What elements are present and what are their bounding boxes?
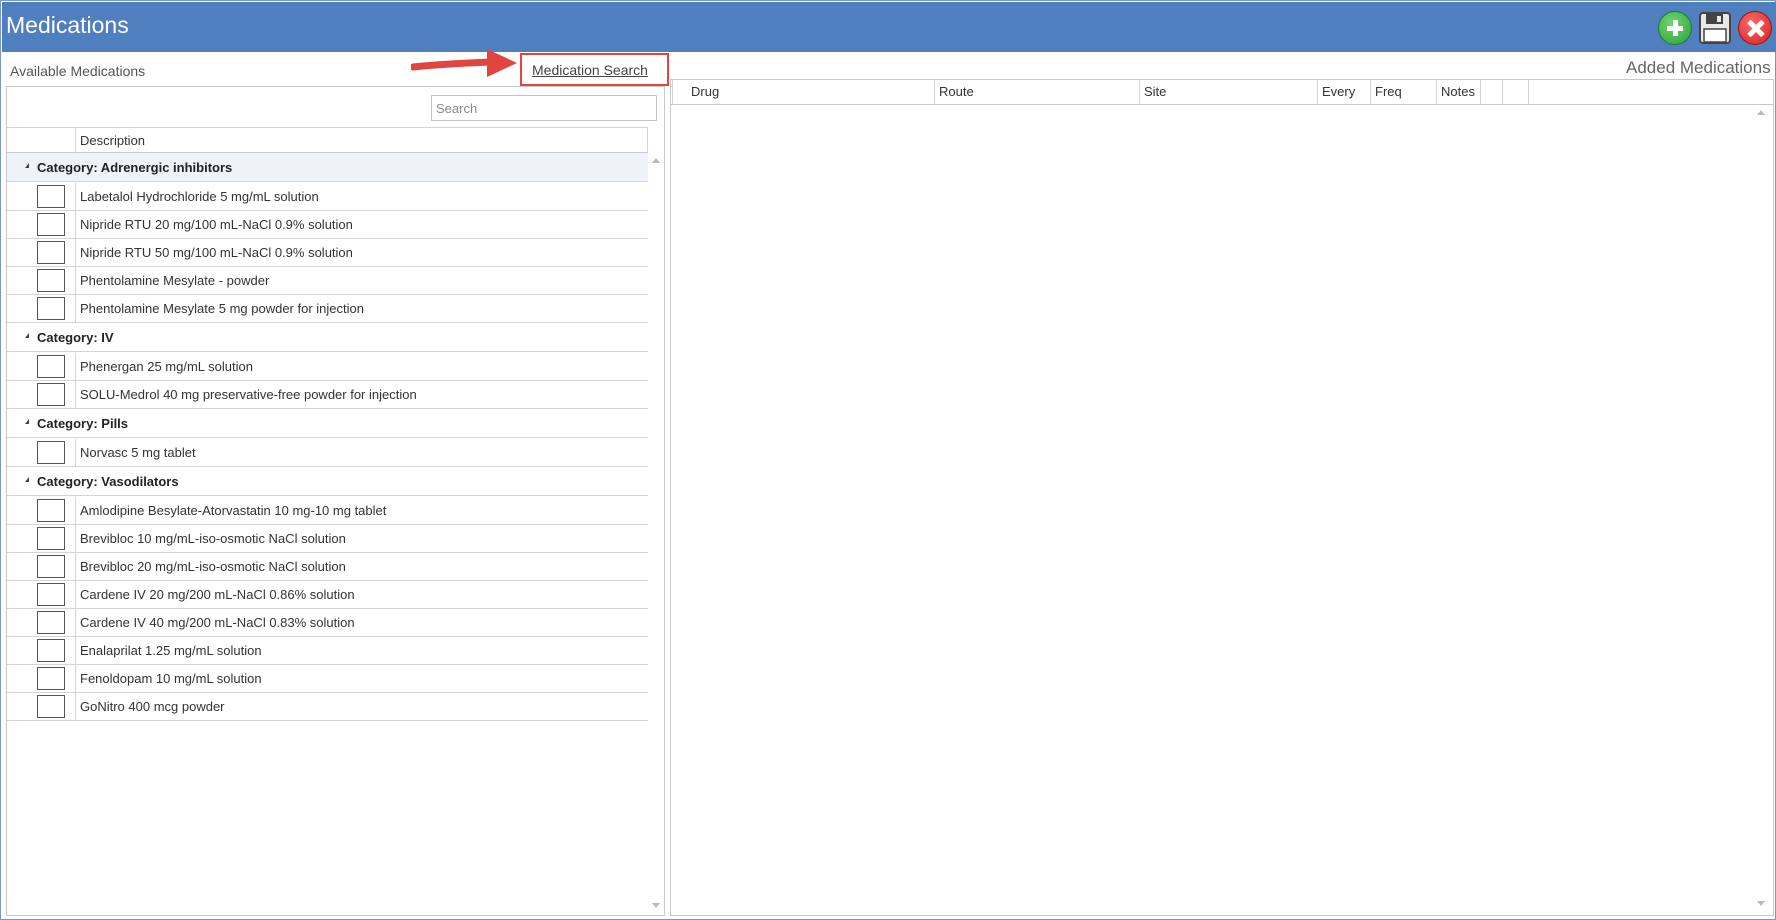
medications-window: Medications Available Medications Medica… <box>0 0 1776 920</box>
medication-description: Enalaprilat 1.25 mg/mL solution <box>80 643 262 658</box>
medication-description: Phentolamine Mesylate 5 mg powder for in… <box>80 301 364 316</box>
annotation-arrow-icon <box>411 49 517 77</box>
expand-triangle-icon[interactable] <box>25 333 29 338</box>
medication-description: SOLU-Medrol 40 mg preservative-free powd… <box>80 387 417 402</box>
scroll-up-icon[interactable] <box>1757 110 1765 115</box>
medication-row[interactable]: Phenergan 25 mg/mL solution <box>7 353 648 381</box>
medication-row[interactable]: Fenoldopam 10 mg/mL solution <box>7 665 648 693</box>
column-header-notes[interactable]: Notes <box>1436 80 1480 104</box>
medication-description: Nipride RTU 20 mg/100 mL-NaCl 0.9% solut… <box>80 217 353 232</box>
added-medications-panel <box>670 79 1774 916</box>
medication-row[interactable]: GoNitro 400 mcg powder <box>7 693 648 721</box>
medication-row[interactable]: Amlodipine Besylate-Atorvastatin 10 mg-1… <box>7 497 648 525</box>
medication-description: Phenergan 25 mg/mL solution <box>80 359 253 374</box>
column-header-extra-7[interactable] <box>1502 80 1528 104</box>
medication-checkbox[interactable] <box>37 213 65 236</box>
medication-row[interactable]: Nipride RTU 20 mg/100 mL-NaCl 0.9% solut… <box>7 211 648 239</box>
medication-checkbox[interactable] <box>37 499 65 522</box>
category-label: Category: Vasodilators <box>37 474 179 489</box>
floppy-disk-icon <box>1699 12 1731 44</box>
medication-search-link[interactable]: Medication Search <box>532 62 648 78</box>
left-scrollbar[interactable] <box>648 153 664 913</box>
grid-header: Description <box>7 127 648 153</box>
medication-checkbox[interactable] <box>37 441 65 464</box>
search-input[interactable] <box>431 95 657 121</box>
medication-row[interactable]: Nipride RTU 50 mg/100 mL-NaCl 0.9% solut… <box>7 239 648 267</box>
category-label: Category: Adrenergic inhibitors <box>37 160 233 175</box>
medication-description: GoNitro 400 mcg powder <box>80 699 225 714</box>
medication-row[interactable]: Phentolamine Mesylate 5 mg powder for in… <box>7 295 648 323</box>
medication-row[interactable]: Phentolamine Mesylate - powder <box>7 267 648 295</box>
column-header-every[interactable]: Every <box>1317 80 1370 104</box>
medication-row[interactable]: Cardene IV 40 mg/200 mL-NaCl 0.83% solut… <box>7 609 648 637</box>
save-button[interactable] <box>1698 11 1732 45</box>
expand-triangle-icon[interactable] <box>25 477 29 482</box>
scroll-up-icon[interactable] <box>652 158 660 163</box>
description-column-header[interactable]: Description <box>80 133 145 148</box>
title-bar: Medications <box>2 2 1776 52</box>
medication-description: Cardene IV 40 mg/200 mL-NaCl 0.83% solut… <box>80 615 355 630</box>
column-header-freq[interactable]: Freq <box>1370 80 1436 104</box>
column-header-extra-8[interactable] <box>1528 80 1550 104</box>
expand-triangle-icon[interactable] <box>25 419 29 424</box>
medication-row[interactable]: Cardene IV 20 mg/200 mL-NaCl 0.86% solut… <box>7 581 648 609</box>
medication-description: Cardene IV 20 mg/200 mL-NaCl 0.86% solut… <box>80 587 355 602</box>
medication-row[interactable]: Labetalol Hydrochloride 5 mg/mL solution <box>7 183 648 211</box>
medication-checkbox[interactable] <box>37 639 65 662</box>
column-header-route[interactable]: Route <box>934 80 1139 104</box>
available-medications-label: Available Medications <box>10 63 146 79</box>
column-header-drug[interactable]: Drug <box>672 80 934 104</box>
medication-checkbox[interactable] <box>37 695 65 718</box>
medication-row[interactable]: SOLU-Medrol 40 mg preservative-free powd… <box>7 381 648 409</box>
medication-checkbox[interactable] <box>37 583 65 606</box>
medication-description: Nipride RTU 50 mg/100 mL-NaCl 0.9% solut… <box>80 245 353 260</box>
medication-description: Brevibloc 10 mg/mL-iso-osmotic NaCl solu… <box>80 531 346 546</box>
medication-checkbox[interactable] <box>37 241 65 264</box>
category-row[interactable]: Category: IV <box>7 323 648 352</box>
medication-description: Phentolamine Mesylate - powder <box>80 273 270 288</box>
expand-triangle-icon[interactable] <box>25 163 29 168</box>
scroll-down-icon[interactable] <box>1757 901 1765 906</box>
medication-checkbox[interactable] <box>37 355 65 378</box>
medication-description: Brevibloc 20 mg/mL-iso-osmotic NaCl solu… <box>80 559 346 574</box>
window-title: Medications <box>6 12 129 38</box>
column-header-extra-6[interactable] <box>1480 80 1502 104</box>
category-row[interactable]: Category: Adrenergic inhibitors <box>7 153 648 182</box>
close-button[interactable] <box>1738 11 1772 45</box>
add-button[interactable] <box>1658 11 1692 45</box>
medication-row[interactable]: Enalaprilat 1.25 mg/mL solution <box>7 637 648 665</box>
medication-checkbox[interactable] <box>37 297 65 320</box>
medication-description: Amlodipine Besylate-Atorvastatin 10 mg-1… <box>80 503 387 518</box>
scroll-down-icon[interactable] <box>652 903 660 908</box>
added-medications-header: Drug Route Site Every Freq Notes <box>671 80 1773 105</box>
column-header-site[interactable]: Site <box>1139 80 1317 104</box>
category-row[interactable]: Category: Vasodilators <box>7 467 648 496</box>
medication-checkbox[interactable] <box>37 667 65 690</box>
category-label: Category: IV <box>37 330 114 345</box>
medication-checkbox[interactable] <box>37 185 65 208</box>
medication-row[interactable]: Brevibloc 10 mg/mL-iso-osmotic NaCl solu… <box>7 525 648 553</box>
medication-checkbox[interactable] <box>37 527 65 550</box>
medication-checkbox[interactable] <box>37 611 65 634</box>
medication-row[interactable]: Norvasc 5 mg tablet <box>7 439 648 467</box>
right-scrollbar[interactable] <box>1753 105 1769 911</box>
medication-checkbox[interactable] <box>37 269 65 292</box>
added-medications-label: Added Medications <box>1626 58 1771 77</box>
category-row[interactable]: Category: Pills <box>7 409 648 438</box>
medication-checkbox[interactable] <box>37 383 65 406</box>
medication-description: Labetalol Hydrochloride 5 mg/mL solution <box>80 189 319 204</box>
medication-description: Norvasc 5 mg tablet <box>80 445 196 460</box>
medication-description: Fenoldopam 10 mg/mL solution <box>80 671 262 686</box>
medication-row[interactable]: Brevibloc 20 mg/mL-iso-osmotic NaCl solu… <box>7 553 648 581</box>
medication-checkbox[interactable] <box>37 555 65 578</box>
category-label: Category: Pills <box>37 416 129 431</box>
